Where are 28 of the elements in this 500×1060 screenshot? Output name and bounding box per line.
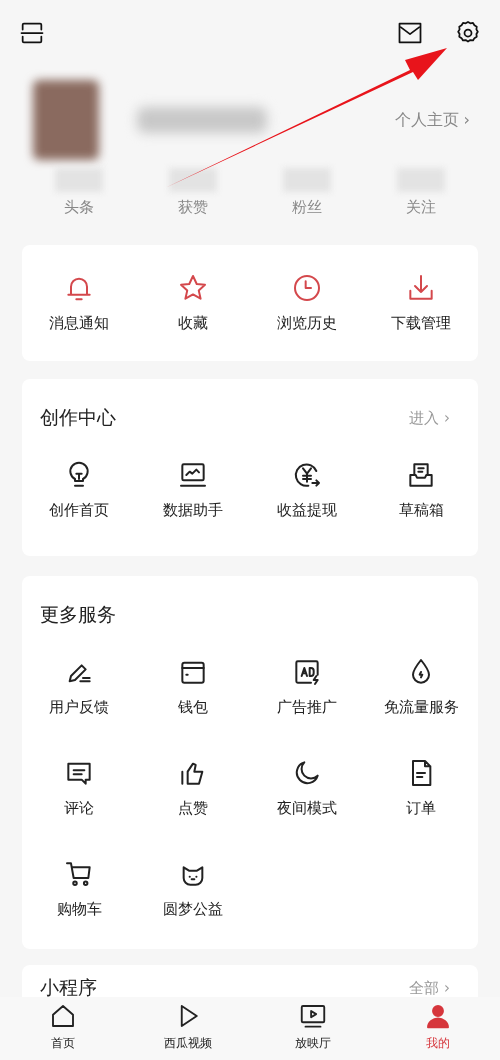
menu-label[interactable]: 免流量服务 <box>383 698 459 717</box>
menu-label[interactable]: 用户反馈 <box>49 698 109 717</box>
section-title: 更多服务 <box>40 602 116 627</box>
menu-label[interactable]: 浏览历史 <box>277 314 337 333</box>
nav-tab[interactable]: 首页 <box>50 1035 75 1052</box>
menu-label[interactable]: 购物车 <box>56 900 102 919</box>
section-title: 创作中心 <box>40 405 116 430</box>
menu-label[interactable]: 数据助手 <box>163 501 223 520</box>
menu-label[interactable]: 下载管理 <box>391 314 451 333</box>
menu-label[interactable]: 钱包 <box>178 698 208 717</box>
nav-tab[interactable]: 西瓜视频 <box>163 1035 212 1052</box>
menu-label[interactable]: 广告推广 <box>277 698 337 717</box>
menu-label[interactable]: 收藏 <box>178 314 208 333</box>
menu-label[interactable]: 订单 <box>406 799 436 818</box>
menu-label[interactable]: 点赞 <box>178 799 208 818</box>
menu-label[interactable]: 草稿箱 <box>398 501 444 520</box>
menu-label[interactable]: 消息通知 <box>49 314 109 333</box>
menu-label[interactable]: 圆梦公益 <box>163 900 223 919</box>
menu-label[interactable]: 创作首页 <box>49 501 109 520</box>
nav-tab[interactable]: 我的 <box>425 1035 450 1052</box>
menu-label[interactable]: 夜间模式 <box>277 799 337 818</box>
clock-icon[interactable] <box>291 272 323 304</box>
menu-label[interactable]: 评论 <box>64 799 94 818</box>
stat-label[interactable]: 粉丝 <box>292 198 322 217</box>
menu-label[interactable]: 收益提现 <box>277 501 337 520</box>
blurred-count <box>169 168 217 192</box>
nav-tab[interactable]: 放映厅 <box>294 1035 331 1052</box>
section-title: 小程序 <box>40 975 97 997</box>
